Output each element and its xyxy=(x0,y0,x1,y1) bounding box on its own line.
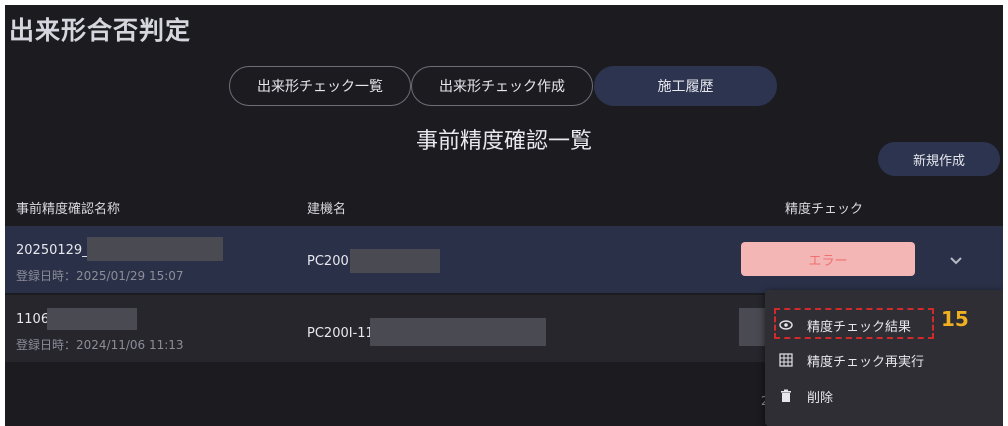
row-name: 20250129_ xyxy=(16,243,89,258)
redacted-block xyxy=(370,318,546,346)
row-registered-date: 登録日時：2025/01/29 15:07 xyxy=(16,269,184,283)
new-create-label: 新規作成 xyxy=(912,153,965,169)
app-window: 出来形合否判定 出来形チェック一覧 出来形チェック作成 施工履歴 事前精度確認一… xyxy=(5,5,1003,426)
section-title: 事前精度確認一覧 xyxy=(415,129,592,154)
status-badge[interactable]: エラー xyxy=(741,242,915,276)
grid-icon xyxy=(779,353,793,367)
menu-item-accuracy-check-rerun[interactable]: 精度チェック再実行 xyxy=(765,343,1003,377)
tab-label: 施工履歴 xyxy=(657,79,714,95)
column-header-machine: 建機名 xyxy=(307,202,347,217)
tab-dekigata-check-list[interactable]: 出来形チェック一覧 xyxy=(229,66,411,106)
row-machine: PC200I-11 xyxy=(307,326,374,341)
redacted-block xyxy=(350,249,440,273)
tab-label: 出来形チェック一覧 xyxy=(257,79,383,95)
menu-item-label: 削除 xyxy=(807,390,834,406)
new-create-button[interactable]: 新規作成 xyxy=(878,142,1000,176)
annotation-step-number: 15 xyxy=(941,307,969,331)
redacted-block xyxy=(87,237,223,261)
chevron-down-icon[interactable] xyxy=(945,249,967,271)
trash-icon xyxy=(781,389,791,402)
tab-label: 出来形チェック作成 xyxy=(439,79,565,95)
redacted-block xyxy=(739,308,767,346)
row-name: 1106 xyxy=(16,312,50,327)
page-title: 出来形合否判定 xyxy=(9,16,192,45)
redacted-block xyxy=(47,308,137,330)
menu-item-label: 精度チェック再実行 xyxy=(807,354,925,370)
tab-dekigata-check-create[interactable]: 出来形チェック作成 xyxy=(411,66,593,106)
row-machine: PC200 xyxy=(307,254,349,269)
status-badge-label: エラー xyxy=(808,253,848,269)
row-registered-date: 登録日時：2024/11/06 11:13 xyxy=(16,338,184,352)
column-header-accuracy-check: 精度チェック xyxy=(785,202,864,217)
annotation-highlight-box xyxy=(774,308,934,339)
menu-item-delete[interactable]: 削除 xyxy=(765,379,1003,413)
column-header-name: 事前精度確認名称 xyxy=(16,202,121,217)
tab-construction-history[interactable]: 施工履歴 xyxy=(594,66,777,106)
